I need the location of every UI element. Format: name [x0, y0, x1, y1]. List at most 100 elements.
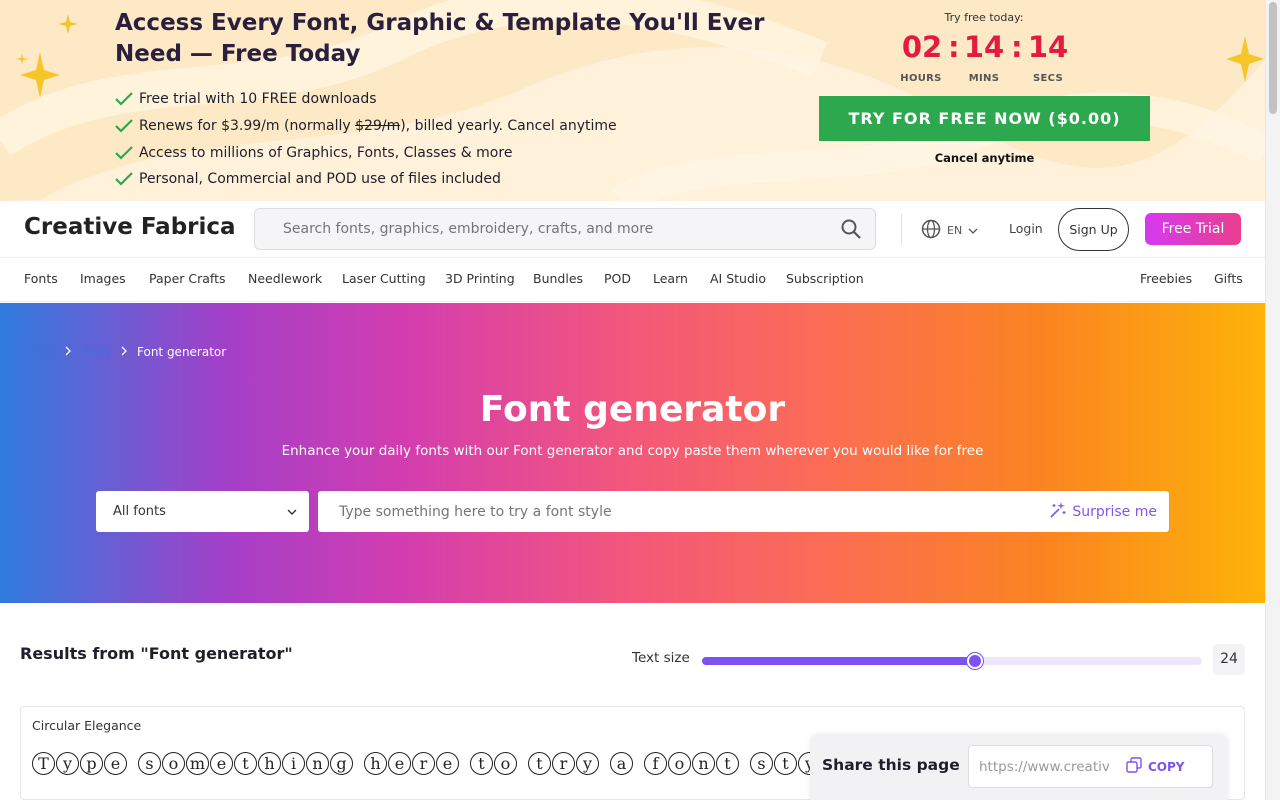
nav-item-needlework[interactable]: Needlework — [248, 271, 322, 286]
surprise-me-button[interactable]: Surprise me — [1049, 501, 1169, 523]
sample-glyph: e — [436, 752, 459, 775]
slider-thumb[interactable] — [966, 653, 983, 669]
sample-glyph: T — [32, 752, 55, 775]
text-size-value[interactable]: 24 — [1213, 644, 1245, 675]
nav-item-bundles[interactable]: Bundles — [533, 271, 583, 286]
timer-hours: 02 — [901, 30, 943, 64]
share-label: Share this page — [822, 756, 960, 774]
breadcrumb-tools[interactable]: Tools — [81, 345, 111, 359]
free-trial-button[interactable]: Free Trial — [1145, 213, 1241, 245]
page-subtitle: Enhance your daily fonts with our Font g… — [281, 443, 984, 459]
promo-title: Access Every Font, Graphic & Template Yo… — [115, 10, 765, 67]
sample-glyph: t — [774, 752, 797, 775]
countdown-timer: 02 : 14 : 14 HOURS MINS SECS — [895, 30, 1075, 84]
nav-item-3d-printing[interactable]: 3D Printing — [445, 271, 515, 286]
nav-item-learn[interactable]: Learn — [653, 271, 688, 286]
sample-glyph: t — [470, 752, 493, 775]
share-url-input[interactable] — [969, 758, 1109, 775]
copy-icon — [1126, 757, 1142, 776]
search-icon[interactable] — [827, 219, 875, 239]
sample-space — [518, 752, 527, 782]
nav-item-images[interactable]: Images — [80, 271, 126, 286]
search-bar — [254, 208, 876, 250]
language-selector[interactable]: EN — [921, 219, 978, 242]
nav-item-fonts[interactable]: Fonts — [24, 271, 58, 286]
sample-space — [600, 752, 609, 782]
sample-glyph: h — [364, 752, 387, 775]
sample-glyph: s — [138, 752, 161, 775]
language-label: EN — [947, 224, 963, 237]
cancel-anytime-text: Cancel anytime — [934, 151, 1035, 165]
sample-glyph: i — [282, 752, 305, 775]
nav-item-gifts[interactable]: Gifts — [1214, 271, 1243, 286]
nav-item-freebies[interactable]: Freebies — [1140, 271, 1192, 286]
signup-button[interactable]: Sign Up — [1058, 208, 1129, 251]
nav-item-paper-crafts[interactable]: Paper Crafts — [149, 271, 226, 286]
sample-glyph: t — [716, 752, 739, 775]
text-size-label: Text size — [632, 650, 690, 666]
share-url-box: COPY — [968, 745, 1213, 788]
promo-benefit-text: Access to millions of Graphics, Fonts, C… — [139, 144, 513, 161]
font-text-input[interactable] — [318, 491, 1050, 532]
nav-item-pod[interactable]: POD — [604, 271, 631, 286]
sample-glyph: h — [258, 752, 281, 775]
chevron-down-icon — [968, 224, 978, 237]
font-style-name: Circular Elegance — [32, 718, 142, 733]
promo-benefit-item: Renews for $3.99/m (normally $29/m), bil… — [115, 113, 617, 140]
sample-glyph: t — [234, 752, 257, 775]
sample-glyph: e — [210, 752, 233, 775]
breadcrumb: Home Tools Font generator — [20, 345, 226, 359]
copy-button[interactable]: COPY — [1126, 757, 1185, 776]
sample-glyph: p — [80, 752, 103, 775]
nav-item-ai-studio[interactable]: AI Studio — [710, 271, 766, 286]
site-logo[interactable]: Creative Fabrica — [24, 214, 236, 240]
sample-space — [634, 752, 643, 782]
sample-glyph: m — [186, 752, 209, 775]
sparkle-icon — [58, 14, 78, 38]
text-size-slider[interactable] — [702, 653, 1202, 669]
sample-glyph: f — [644, 752, 667, 775]
login-link[interactable]: Login — [1009, 221, 1043, 236]
sample-glyph: o — [162, 752, 185, 775]
breadcrumb-current: Font generator — [137, 345, 227, 359]
price-text: Renews for $3.99/m (normally — [139, 118, 356, 135]
sample-glyph: y — [56, 752, 79, 775]
promo-benefit-item: Access to millions of Graphics, Fonts, C… — [115, 139, 617, 166]
breadcrumb-home[interactable]: Home — [20, 345, 55, 359]
check-icon — [115, 172, 139, 186]
font-text-field: Surprise me — [318, 491, 1169, 532]
search-input[interactable] — [255, 221, 827, 237]
page-scrollbar[interactable] — [1265, 0, 1280, 800]
billing-text: ), billed yearly. Cancel anytime — [400, 118, 617, 135]
slider-fill — [702, 657, 975, 665]
promo-benefit-item: Personal, Commercial and POD use of file… — [115, 166, 617, 193]
sample-glyph: o — [494, 752, 517, 775]
try-for-free-button[interactable]: TRY FOR FREE NOW ($0.00) — [819, 96, 1150, 141]
font-category-select[interactable]: All fonts — [96, 491, 309, 532]
sample-glyph: a — [610, 752, 633, 775]
promo-benefit-item: Free trial with 10 FREE downloads — [115, 86, 617, 113]
sample-glyph: n — [692, 752, 715, 775]
promo-benefit-text: Personal, Commercial and POD use of file… — [139, 171, 501, 188]
timer-minutes: 14 — [963, 30, 1005, 64]
copy-label: COPY — [1148, 759, 1185, 774]
nav-item-laser-cutting[interactable]: Laser Cutting — [342, 271, 426, 286]
site-header: Creative Fabrica EN Login Sign Up Free T… — [0, 201, 1265, 258]
timer-label: Try free today: — [944, 11, 1024, 24]
page-title: Font generator — [479, 389, 786, 430]
sample-glyph: n — [306, 752, 329, 775]
sample-glyph: y — [576, 752, 599, 775]
sample-glyph: r — [552, 752, 575, 775]
nav-item-subscription[interactable]: Subscription — [786, 271, 864, 286]
globe-icon — [921, 219, 941, 242]
timer-minutes-label: MINS — [968, 73, 1000, 84]
sample-space — [128, 752, 137, 782]
font-style-sample[interactable]: Typesomethingheretotryafontstyle — [32, 752, 832, 782]
sparkle-icon — [16, 50, 28, 69]
check-icon — [115, 119, 139, 133]
check-icon — [115, 145, 139, 160]
sample-glyph: g — [330, 752, 353, 775]
scrollbar-thumb[interactable] — [1269, 2, 1277, 114]
old-price: $29/m — [355, 118, 401, 135]
timer-seconds-label: SECS — [1033, 73, 1063, 84]
